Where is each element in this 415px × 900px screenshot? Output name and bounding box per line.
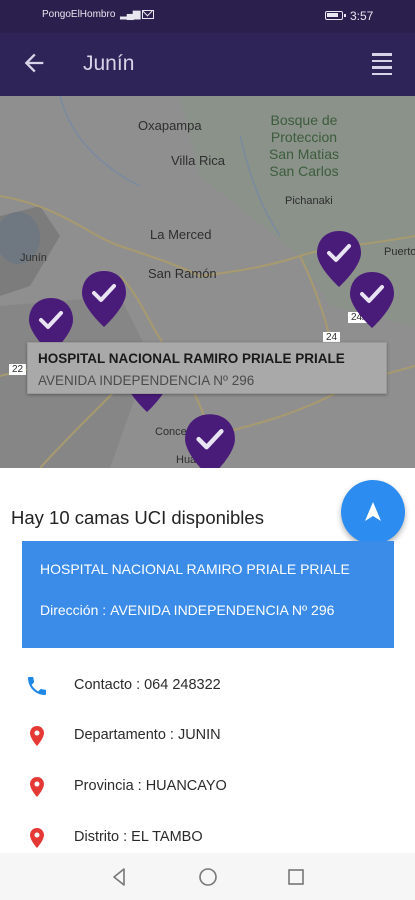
map-label-la-merced: La Merced [150,227,212,242]
mail-icon [142,10,154,19]
contact-text: Contacto :064 248322 [74,677,221,693]
available-beds-text: Hay 10 camas UCI disponibles [11,507,264,528]
info-window-address: AVENIDA INDEPENDENCIA Nº 296 [38,373,255,388]
status-bar: PongoElHombro ▂▄▆ 3:57 [0,0,415,33]
location-pin-icon [25,826,49,850]
hospital-marker[interactable] [348,270,396,330]
hamburger-menu-icon[interactable] [372,53,402,77]
back-arrow-icon[interactable] [20,49,48,77]
hospital-marker[interactable] [80,269,128,329]
department-row: Departamento : JUNIN [0,716,415,756]
phone-icon [25,674,49,698]
map-label-pichanaki: Pichanaki [285,195,333,207]
info-window-hospital-name: HOSPITAL NACIONAL RAMIRO PRIALE PRIALE [38,351,345,366]
route-shield-22: 22 [9,364,27,375]
hospital-card-address: Dirección : AVENIDA INDEPENDENCIA Nº 296 [40,602,335,618]
district-row: Distrito : EL TAMBO [0,818,415,858]
contact-row[interactable]: Contacto :064 248322 [0,666,415,706]
district-text: Distrito : EL TAMBO [74,829,203,845]
location-pin-icon [25,724,49,748]
page-title: Junín [83,52,135,75]
map-label-bosque-proteccion: Bosque de Proteccion San Matias San Carl… [268,112,340,179]
battery-icon [325,11,346,20]
carrier-name: PongoElHombro [42,9,116,20]
department-text: Departamento : JUNIN [74,727,221,743]
nav-recents-icon[interactable] [284,865,308,889]
marker-info-window[interactable]: HOSPITAL NACIONAL RAMIRO PRIALE PRIALE A… [27,342,387,394]
map-label-puerto: Puerto [384,246,415,258]
app-screen: PongoElHombro ▂▄▆ 3:57 Junín Oxapampa Vi… [0,0,415,900]
hospital-card-name: HOSPITAL NACIONAL RAMIRO PRIALE PRIALE [40,561,350,577]
province-row: Provincia : HUANCAYO [0,767,415,807]
hospital-marker-selected[interactable] [182,412,238,468]
system-nav-bar [0,853,415,900]
nav-back-icon[interactable] [107,865,131,889]
map-label-san-ramon: San Ramón [148,266,217,281]
map-label-oxapampa: Oxapampa [138,118,202,133]
clock: 3:57 [350,9,374,23]
location-pin-icon [25,775,49,799]
app-bar: Junín [0,33,415,96]
navigation-arrow-icon [365,502,381,521]
map-label-junin: Junín [20,252,47,264]
signal-icon: ▂▄▆ [120,9,140,20]
hospital-card: HOSPITAL NACIONAL RAMIRO PRIALE PRIALE D… [22,541,394,648]
province-text: Provincia : HUANCAYO [74,778,227,794]
nav-home-icon[interactable] [196,865,220,889]
map-view[interactable]: Oxapampa Villa Rica Bosque de Proteccion… [0,96,415,468]
map-label-villa-rica: Villa Rica [171,153,225,168]
navigate-button[interactable] [341,480,405,544]
